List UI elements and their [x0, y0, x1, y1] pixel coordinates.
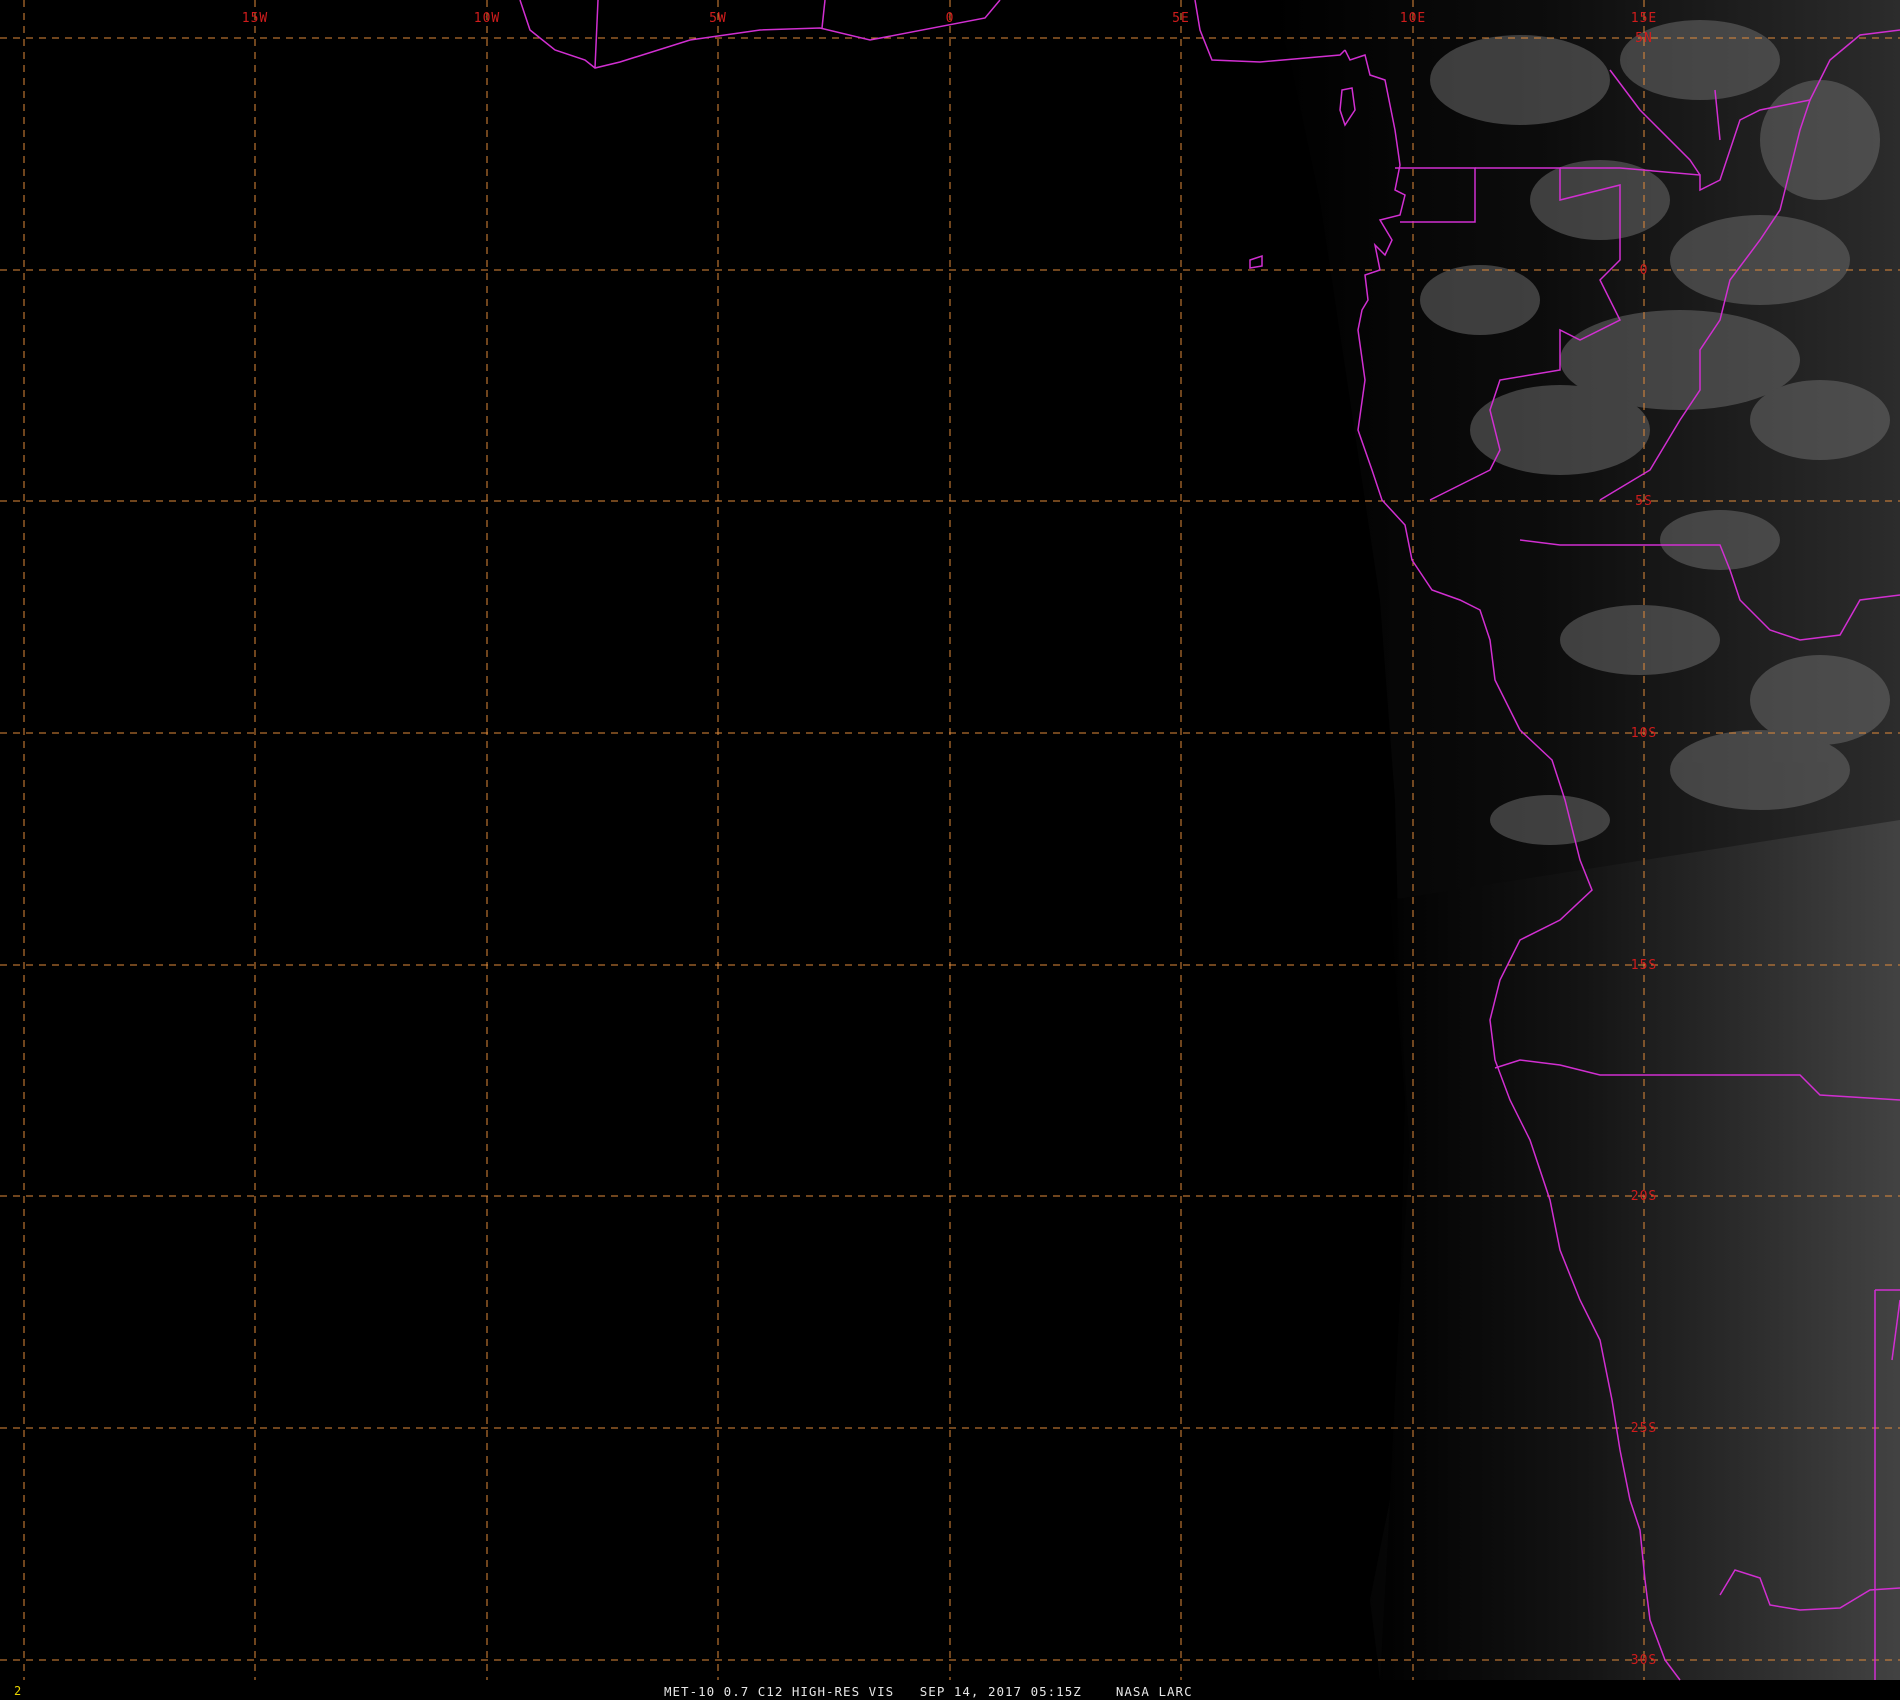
latitude-label: 15S — [1631, 958, 1657, 973]
latitude-label: 10S — [1631, 726, 1657, 741]
map-canvas: 15W 10W 5W 0 5E 10E 15E 5N 0 5S 10S 15S 20S 25S 30S — [0, 0, 1900, 1681]
longitude-label: 10E — [1400, 11, 1426, 26]
longitude-label: 5W — [709, 11, 727, 26]
frame-index: 2 — [14, 1684, 22, 1698]
illuminated-lower — [1380, 820, 1900, 1680]
image-caption: MET-10 0.7 C12 HIGH-RES VIS SEP 14, 2017… — [664, 1684, 1193, 1699]
longitude-label: 0 — [946, 11, 955, 26]
latitude-label: 25S — [1631, 1421, 1657, 1436]
latitude-label: 30S — [1631, 1653, 1657, 1668]
latitude-label: 0 — [1640, 263, 1649, 278]
latitude-label: 5N — [1635, 31, 1653, 46]
latitude-label: 5S — [1635, 494, 1653, 509]
longitude-label: 10W — [474, 11, 500, 26]
latitude-label: 20S — [1631, 1189, 1657, 1204]
longitude-label: 15E — [1631, 11, 1657, 26]
longitude-label: 5E — [1172, 11, 1190, 26]
longitude-label: 15W — [242, 11, 268, 26]
satellite-map-view: 15W 10W 5W 0 5E 10E 15E 5N 0 5S 10S 15S 20S 25S 30S 2… — [0, 0, 1900, 1700]
